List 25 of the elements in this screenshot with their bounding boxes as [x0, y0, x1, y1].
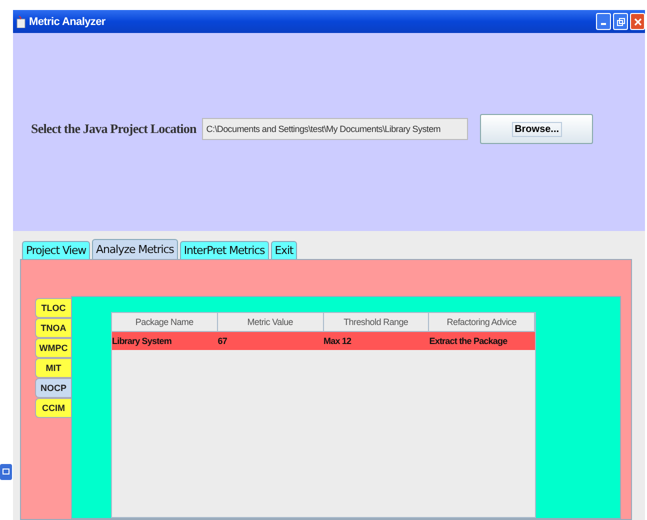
close-icon [634, 18, 642, 26]
path-field[interactable]: C:\Documents and Settings\test\My Documents\Library System [202, 118, 468, 140]
metric-tab[interactable]: TLOC [35, 298, 71, 318]
metric-tab[interactable]: MIT [35, 358, 71, 378]
table-cell-text: Extract the Package [429, 336, 508, 346]
tab[interactable]: Exit [270, 241, 298, 259]
metric-tab[interactable]: NOCP [35, 378, 71, 398]
close-button[interactable] [630, 13, 645, 30]
location-label: Select the Java Project Location [31, 121, 196, 137]
metric-tab[interactable]: CCIM [35, 398, 71, 418]
table-cell-text: 67 [218, 336, 228, 346]
window-title: Metric Analyzer [29, 16, 106, 28]
tab[interactable]: InterPret Metrics [180, 241, 269, 259]
restore-button[interactable] [613, 13, 628, 30]
window-restore-icon[interactable] [0, 464, 12, 480]
minimize-button[interactable] [596, 13, 611, 30]
restore-icon [616, 18, 624, 26]
tab[interactable]: Analyze Metrics [92, 239, 178, 259]
tab[interactable]: Project View [22, 241, 90, 259]
table-row[interactable]: Library System 67 Max 12 Extract the Package [112, 332, 535, 350]
metric-tab[interactable]: TNOA [35, 318, 71, 338]
metric-tab[interactable]: WMPC [35, 338, 71, 358]
table-cell-text: Library System [112, 336, 172, 346]
table-cell-text: Max 12 [324, 336, 352, 346]
browse-button[interactable]: Browse... [480, 114, 594, 144]
